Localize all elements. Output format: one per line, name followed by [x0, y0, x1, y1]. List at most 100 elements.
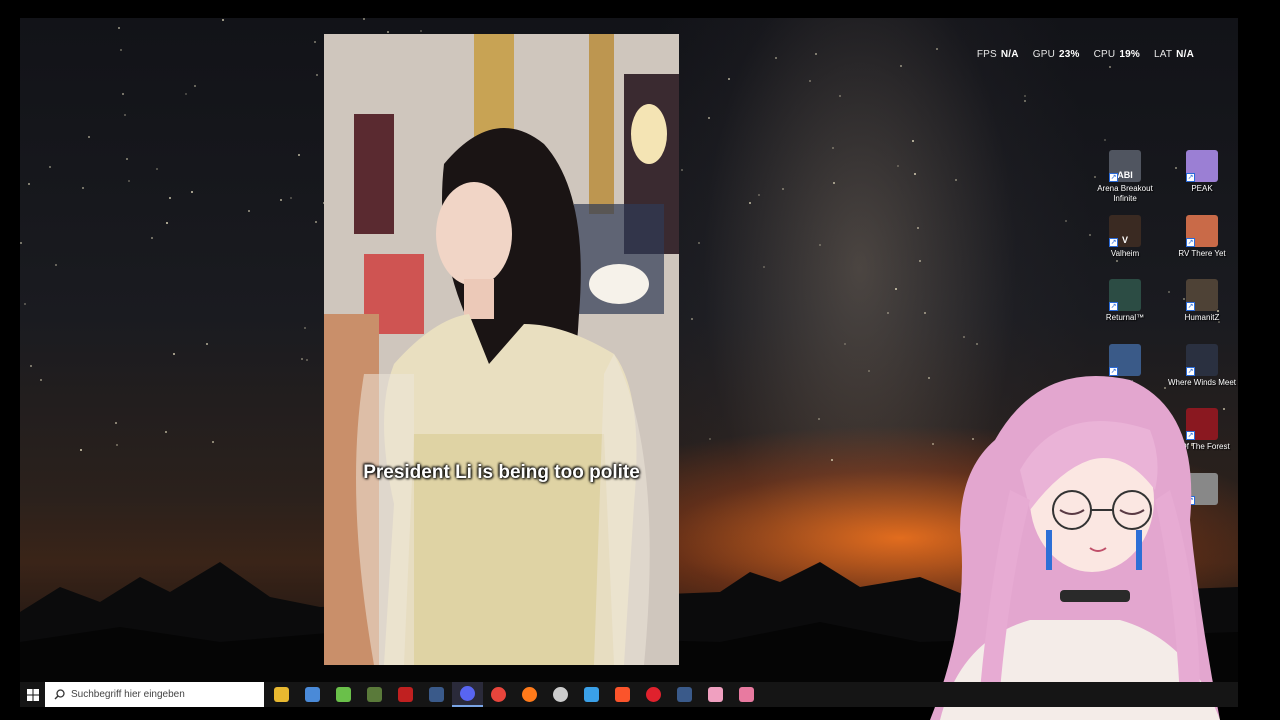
perf-gpu: GPU 23% — [1033, 49, 1080, 60]
taskbar-app-discord[interactable] — [452, 682, 483, 707]
star — [166, 222, 168, 224]
taskbar-app-brave[interactable] — [607, 682, 638, 707]
star — [314, 41, 316, 43]
shortcut-arrow-icon: ↗ — [1109, 302, 1118, 311]
desktop-shortcut[interactable]: V ↗ Valheim — [1090, 214, 1160, 259]
taskbar-app-store[interactable] — [297, 682, 328, 707]
desktop-shortcut[interactable]: ↗ PEAK — [1167, 150, 1237, 194]
chrome-icon — [491, 687, 506, 702]
star — [809, 80, 811, 82]
star — [363, 18, 365, 20]
star — [763, 266, 765, 268]
star — [955, 179, 957, 181]
star — [28, 183, 30, 185]
performance-overlay: FPS N/A GPU 23% CPU 19% LAT N/A — [977, 49, 1194, 60]
desktop-shortcut[interactable]: ↗ RV There Yet — [1167, 214, 1237, 259]
star — [20, 242, 22, 244]
star — [919, 260, 921, 262]
taskbar-app-chrome[interactable] — [483, 682, 514, 707]
taskbar-app-obs[interactable] — [545, 682, 576, 707]
star — [839, 95, 841, 97]
start-button[interactable] — [20, 682, 45, 707]
star — [316, 74, 318, 76]
file-explorer-icon — [274, 687, 289, 702]
obs-icon — [553, 687, 568, 702]
star — [118, 27, 120, 29]
desktop-shortcut-label: Valheim — [1110, 248, 1140, 258]
star — [924, 312, 926, 314]
star — [844, 343, 846, 345]
taskbar-app-opera[interactable] — [638, 682, 669, 707]
star — [122, 93, 124, 95]
star — [815, 53, 817, 55]
desktop-shortcut-label: RV There Yet — [1178, 248, 1226, 258]
desktop-shortcut[interactable]: ABI ↗ Arena Breakout Infinite — [1090, 150, 1160, 204]
star — [1104, 139, 1106, 141]
pink-app-icon — [739, 687, 754, 702]
star — [173, 353, 175, 355]
star — [115, 422, 117, 424]
star — [306, 359, 308, 361]
star — [698, 242, 700, 244]
star — [963, 336, 965, 338]
star — [832, 147, 834, 149]
star — [290, 197, 292, 199]
taskbar-app-stream-tool[interactable] — [390, 682, 421, 707]
taskbar-search[interactable]: Suchbegriff hier eingeben — [45, 682, 264, 707]
star — [728, 78, 730, 80]
desktop-shortcut[interactable]: ↗ HumanitZ — [1167, 279, 1237, 323]
perf-value: N/A — [1000, 49, 1019, 60]
taskbar-app-firefox[interactable] — [514, 682, 545, 707]
star — [1116, 260, 1118, 262]
star — [304, 327, 306, 329]
taskbar-app-steam[interactable] — [669, 682, 700, 707]
star — [900, 65, 902, 67]
shortcut-arrow-icon: ↗ — [1109, 237, 1118, 247]
star — [709, 438, 711, 440]
star — [120, 49, 122, 51]
star — [30, 365, 32, 367]
search-icon — [54, 689, 65, 700]
star — [1109, 66, 1111, 68]
star — [917, 227, 919, 229]
brave-icon — [615, 687, 630, 702]
star — [887, 312, 889, 314]
star — [169, 197, 171, 199]
star — [708, 117, 710, 119]
star — [782, 188, 784, 190]
star — [914, 173, 916, 175]
shortcut-arrow-icon: ↗ — [1186, 173, 1195, 182]
star — [387, 31, 389, 33]
star — [88, 136, 90, 138]
video-player[interactable]: President Li is being too polite — [324, 34, 679, 665]
shortcut-arrow-icon: ↗ — [1186, 237, 1195, 247]
star — [185, 93, 187, 95]
star — [80, 449, 82, 451]
android-studio-icon — [336, 687, 351, 702]
star — [151, 237, 153, 239]
desktop-shortcut-label: HumanitZ — [1184, 313, 1220, 322]
game-icon: ↗ — [1186, 214, 1218, 247]
perf-cpu: CPU 19% — [1094, 49, 1140, 60]
star — [819, 244, 821, 246]
taskbar-app-pink-app[interactable] — [731, 682, 762, 707]
star — [116, 444, 118, 446]
taskbar-app-vtube[interactable] — [700, 682, 731, 707]
star — [55, 264, 57, 266]
mountain-icon: ↗ — [1186, 150, 1218, 182]
search-placeholder: Suchbegriff hier eingeben — [71, 689, 185, 700]
perf-value: 23% — [1059, 49, 1080, 60]
game-icon: V ↗ — [1109, 214, 1141, 247]
windows-icon — [26, 688, 39, 701]
taskbar-app-battle-net[interactable] — [576, 682, 607, 707]
star — [420, 30, 422, 32]
desktop-shortcut[interactable]: ↗ Returnal™ — [1090, 279, 1160, 323]
taskbar-app-minecraft-launcher[interactable] — [359, 682, 390, 707]
shortcut-arrow-icon: ↗ — [1186, 302, 1195, 311]
perf-lat: LAT N/A — [1154, 49, 1194, 60]
star — [833, 182, 835, 184]
taskbar-app-steam[interactable] — [421, 682, 452, 707]
taskbar-app-android-studio[interactable] — [328, 682, 359, 707]
taskbar-app-file-explorer[interactable] — [266, 682, 297, 707]
game-icon: ↗ — [1186, 279, 1218, 311]
